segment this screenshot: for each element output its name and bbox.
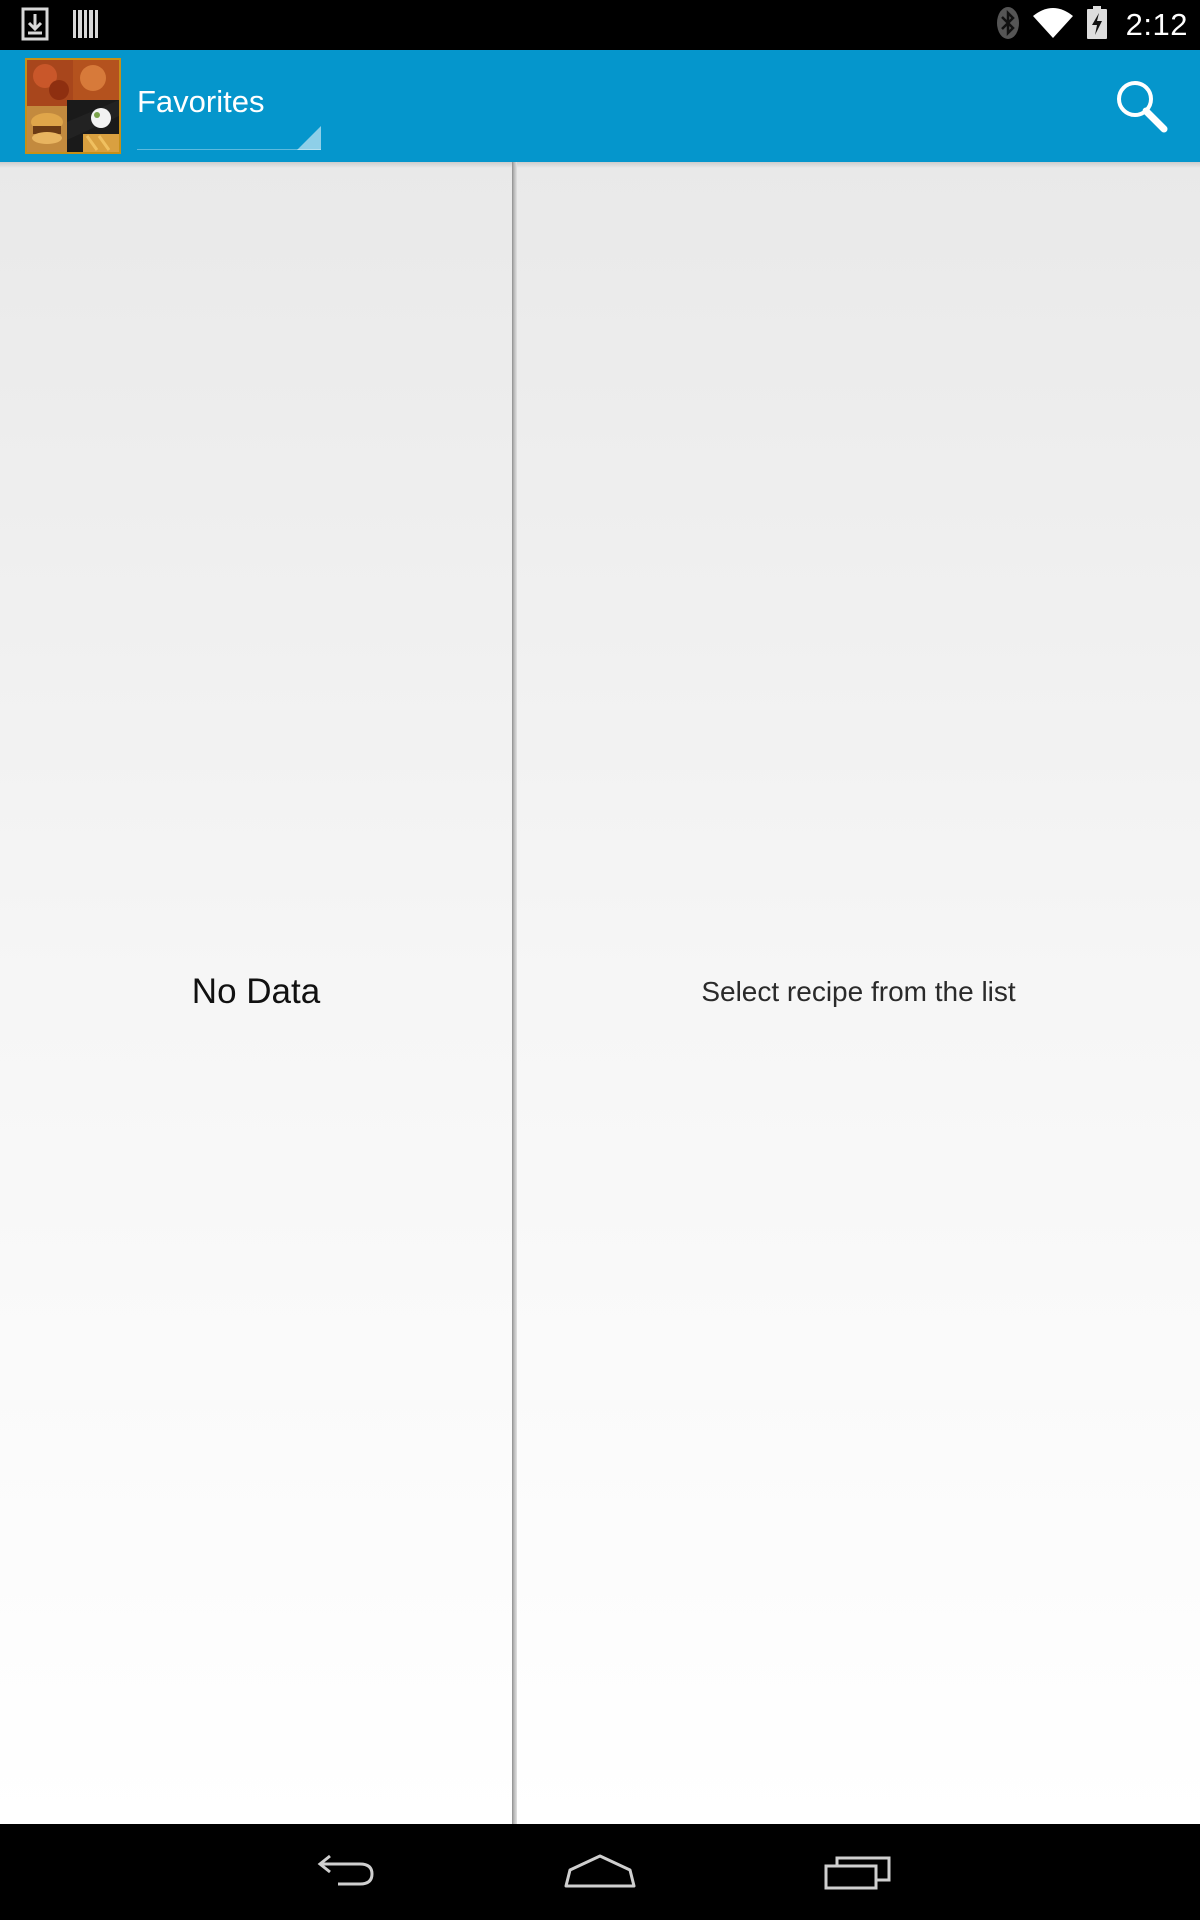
download-icon [20, 7, 50, 45]
recent-apps-icon [824, 1856, 891, 1890]
search-icon [1117, 81, 1168, 133]
action-bar: Favorites [0, 50, 1200, 162]
home-icon [564, 1854, 636, 1888]
back-button[interactable] [293, 1842, 393, 1902]
bluetooth-icon [996, 6, 1020, 44]
clock: 2:12 [1125, 7, 1188, 42]
search-button[interactable] [1112, 76, 1172, 136]
back-icon [317, 1854, 374, 1886]
nav-title: Favorites [137, 84, 265, 119]
recipe-detail-pane: Select recipe from the list [517, 162, 1200, 1824]
barcode-icon [72, 8, 100, 44]
empty-list-message: No Data [191, 972, 321, 1011]
food-collage-logo [27, 60, 119, 152]
recent-apps-button[interactable] [808, 1842, 908, 1902]
notification-icons [20, 7, 100, 45]
nav-list-spinner[interactable]: Favorites [137, 68, 321, 152]
spinner-underline [137, 149, 321, 150]
content-area: No Data Select recipe from the list [0, 162, 1200, 1824]
home-button[interactable] [550, 1842, 650, 1902]
recipe-list-pane[interactable]: No Data [0, 162, 512, 1824]
wifi-icon [1032, 6, 1074, 44]
screen: 2:12 Favorites No Data Select recipe fro… [0, 0, 1200, 1920]
system-icons: 2:12 [996, 0, 1188, 50]
detail-hint-message: Select recipe from the list [701, 976, 1016, 1007]
spinner-dropdown-icon [297, 126, 321, 150]
status-bar: 2:12 [0, 0, 1200, 50]
app-logo[interactable] [25, 58, 121, 154]
battery-charging-icon [1086, 6, 1108, 44]
navigation-bar [0, 1824, 1200, 1920]
